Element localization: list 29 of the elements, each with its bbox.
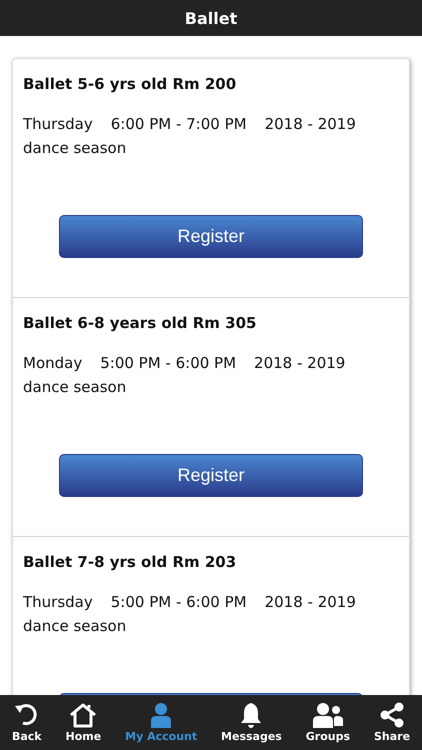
class-day: Monday — [23, 351, 82, 375]
home-icon — [68, 702, 98, 728]
class-title: Ballet 5-6 yrs old Rm 200 — [23, 74, 238, 95]
register-button[interactable]: Register — [59, 215, 363, 258]
tab-button[interactable]: Messages — [219, 695, 284, 750]
class-title: Ballet 6-8 years old Rm 305 — [23, 313, 258, 334]
register-button[interactable]: Register — [59, 454, 363, 497]
tab-button[interactable]: Share — [372, 695, 412, 750]
group-icon — [312, 702, 344, 728]
tab-button[interactable]: Groups — [304, 695, 352, 750]
class-day: Thursday — [23, 112, 93, 136]
class-season-label: dance season — [23, 616, 128, 637]
tab-button[interactable]: My Account — [123, 695, 200, 750]
class-season: 2018 - 2019 — [264, 114, 356, 135]
class-season-label: dance season — [23, 138, 128, 159]
person-icon — [149, 702, 174, 728]
tab-button[interactable]: Back — [10, 695, 44, 750]
class-time: 5:00 PM - 6:00 PM — [110, 592, 247, 613]
bell-icon — [239, 702, 264, 728]
share-icon — [378, 702, 406, 728]
page-title: Ballet — [184, 8, 238, 28]
class-season: 2018 - 2019 — [254, 353, 346, 374]
class-day: Thursday — [23, 590, 93, 614]
class-time: 6:00 PM - 7:00 PM — [110, 114, 247, 135]
class-season-label: dance season — [23, 377, 128, 398]
class-season: 2018 - 2019 — [264, 592, 356, 613]
tab-button[interactable]: Home — [64, 695, 104, 750]
class-title: Ballet 7-8 yrs old Rm 203 — [23, 552, 238, 573]
class-time: 5:00 PM - 6:00 PM — [100, 353, 236, 374]
